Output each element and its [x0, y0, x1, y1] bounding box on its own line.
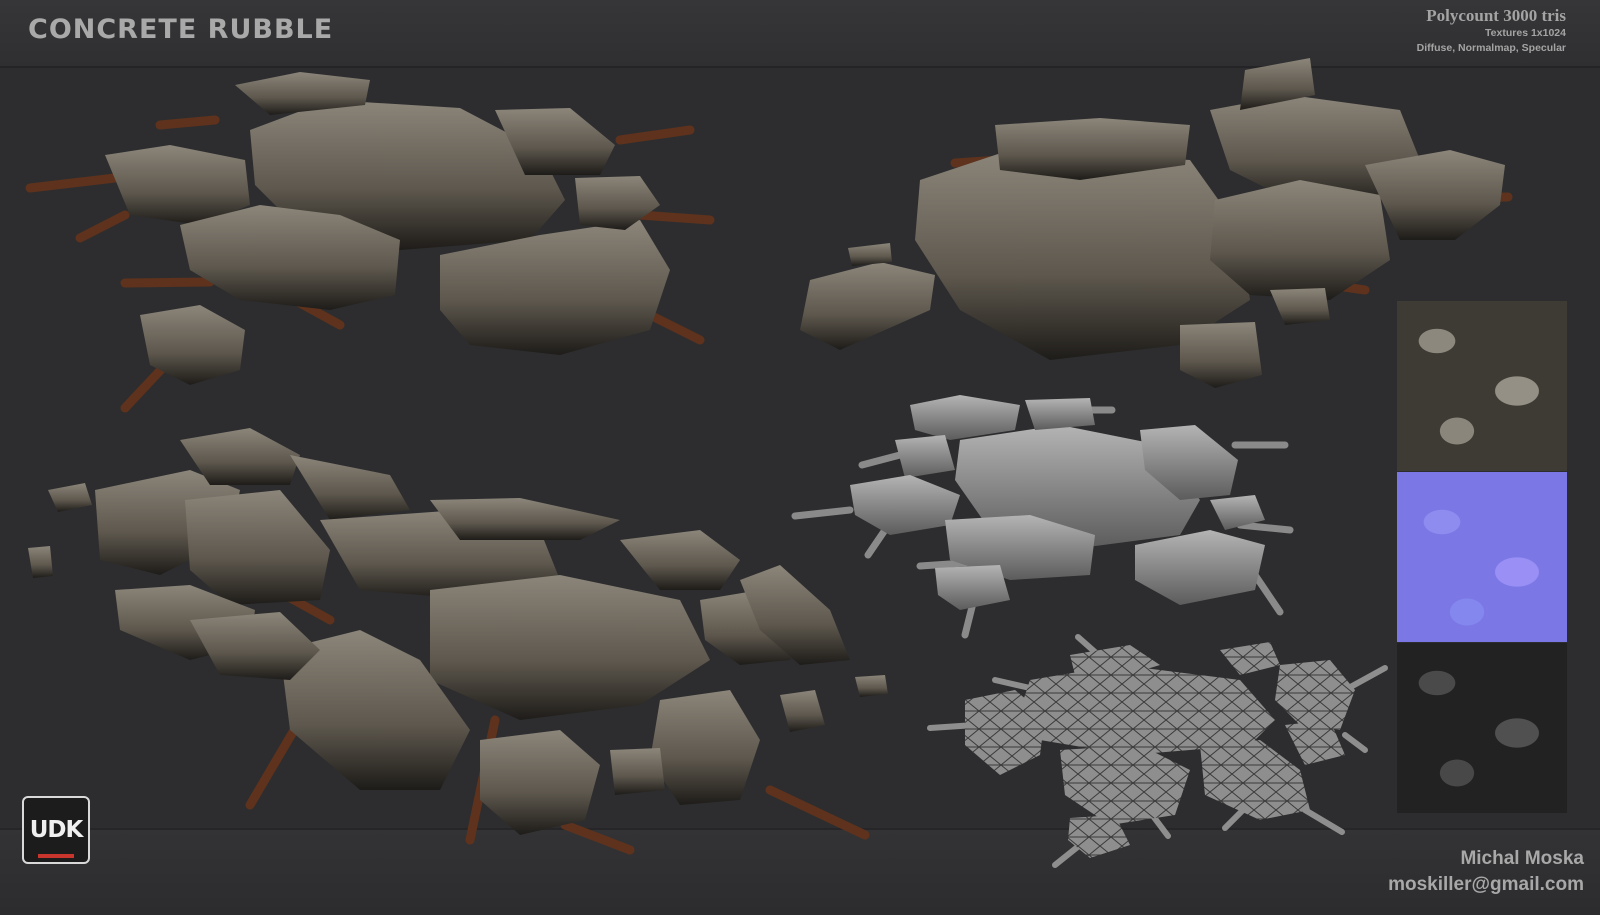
clay-render: [791, 395, 1294, 639]
udk-logo-text: UDK: [29, 817, 84, 843]
author-name: Michal Moska: [1460, 848, 1584, 869]
rubble-render-top-left: [25, 72, 715, 413]
diffuse-texture-swatch: [1397, 301, 1567, 471]
specular-texture-swatch: [1397, 643, 1567, 813]
udk-logo: UDK: [22, 796, 90, 864]
wireframe-render: [927, 634, 1388, 868]
author-email: moskiller@gmail.com: [1388, 874, 1584, 895]
udk-logo-accent: [38, 854, 74, 858]
rubble-render-bottom-left: [28, 428, 888, 855]
render-scene: [25, 58, 1513, 868]
normal-map-texture-swatch: [1397, 472, 1567, 642]
author-credit: Michal Moska moskiller@gmail.com: [1388, 846, 1584, 898]
